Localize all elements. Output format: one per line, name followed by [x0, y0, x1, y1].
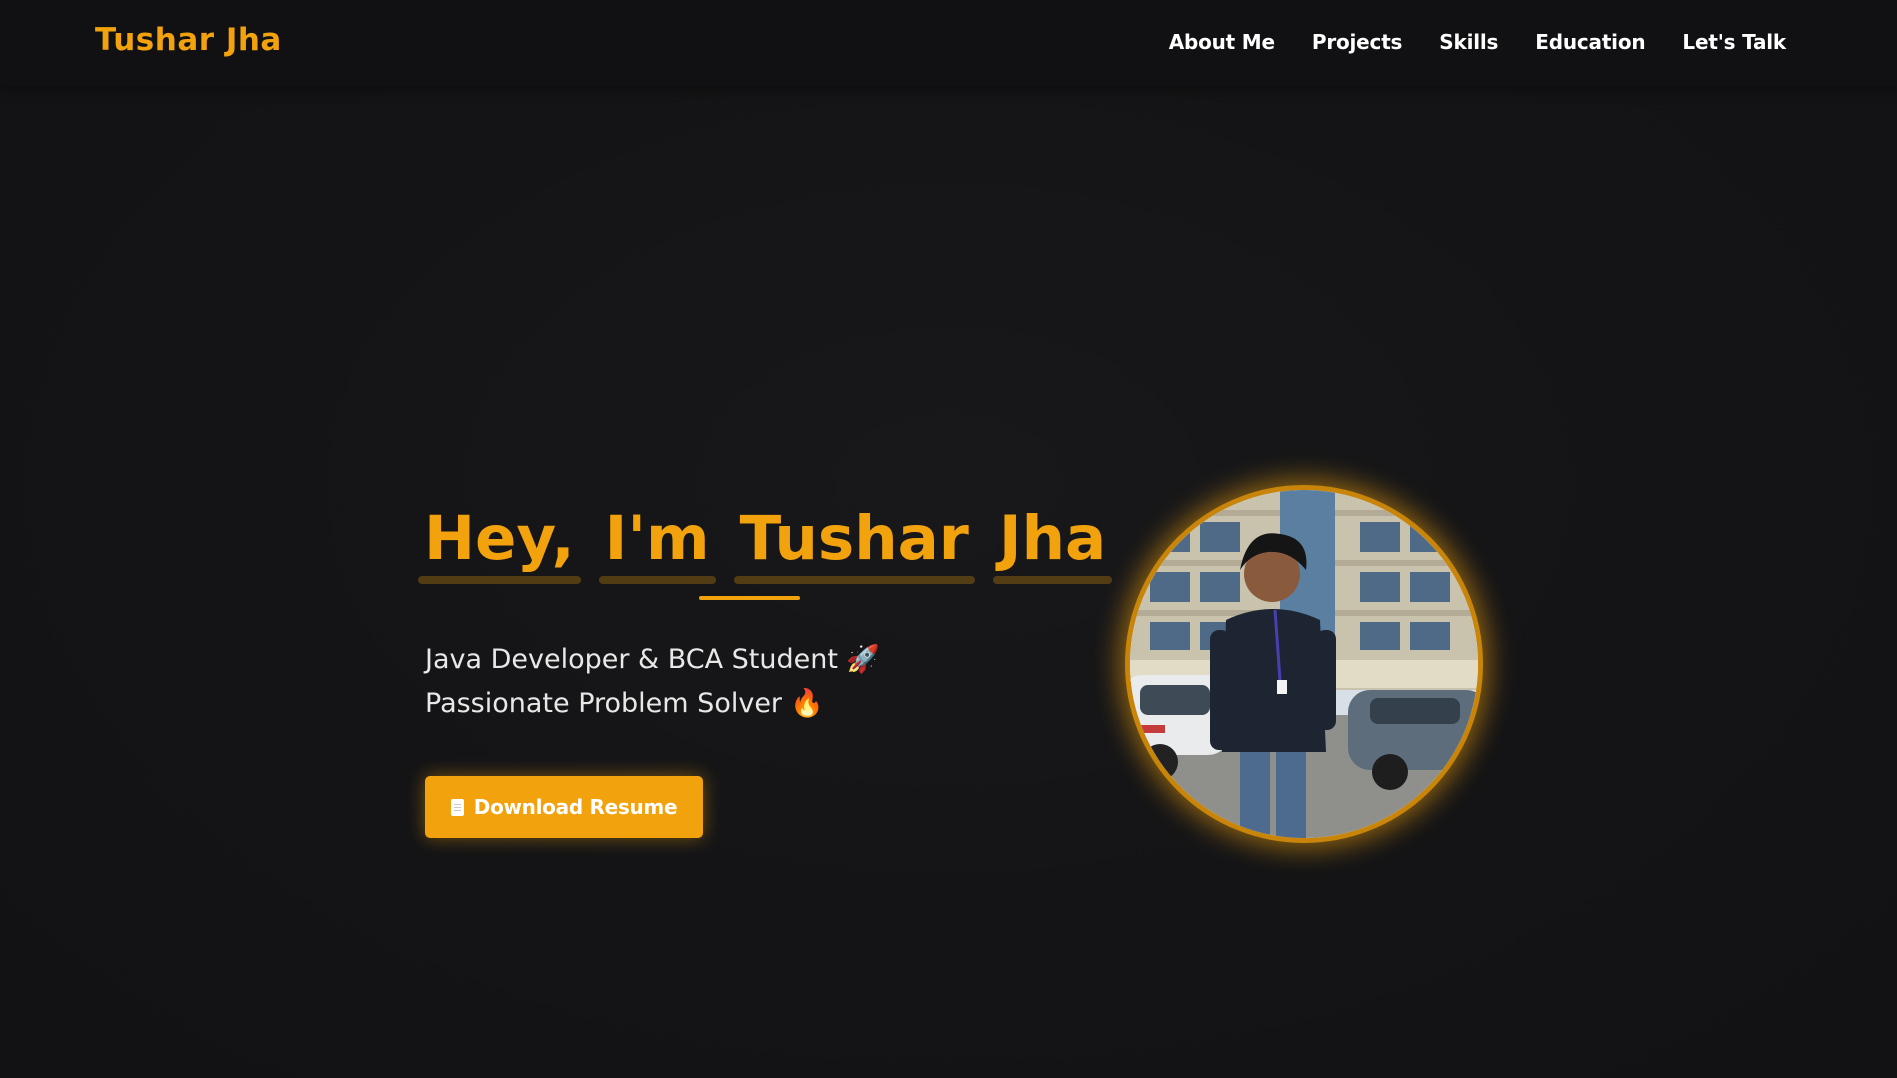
download-resume-label: Download Resume — [473, 795, 678, 819]
profile-photo — [1125, 485, 1483, 843]
nav-item-education[interactable]: Education — [1535, 30, 1645, 54]
hero-title-word: Jha — [992, 502, 1113, 584]
hero-title-word: Hey, — [418, 502, 581, 584]
subtitle-line-2-text: Passionate Problem Solver — [425, 688, 783, 719]
hero-title-word: Tushar — [733, 502, 976, 584]
document-icon — [450, 798, 464, 816]
title-underline — [699, 596, 800, 600]
profile-photo-illustration — [1130, 490, 1478, 838]
page: Tushar Jha About Me Projects Skills Educ… — [0, 0, 1897, 1078]
subtitle-line-1-text: Java Developer & BCA Student — [425, 644, 838, 675]
nav-item-skills[interactable]: Skills — [1439, 30, 1498, 54]
nav-item-about-me[interactable]: About Me — [1169, 30, 1275, 54]
rocket-icon: 🚀 — [845, 644, 880, 675]
nav-item-lets-talk[interactable]: Let's Talk — [1682, 30, 1786, 54]
brand-logo[interactable]: Tushar Jha — [95, 22, 282, 58]
nav-item-projects[interactable]: Projects — [1312, 30, 1403, 54]
subtitle-line-1: Java Developer & BCA Student 🚀 — [425, 638, 880, 682]
fire-icon: 🔥 — [790, 688, 824, 719]
hero-subtitle: Java Developer & BCA Student 🚀 Passionate… — [425, 638, 880, 726]
subtitle-line-2: Passionate Problem Solver 🔥 — [425, 682, 880, 726]
navbar: Tushar Jha About Me Projects Skills Educ… — [0, 0, 1897, 86]
hero-title: Hey, I'm Tushar Jha — [418, 502, 1113, 584]
hero-title-word: I'm — [598, 502, 716, 584]
nav-links: About Me Projects Skills Education Let's… — [1169, 30, 1787, 54]
download-resume-button[interactable]: Download Resume — [425, 776, 703, 838]
